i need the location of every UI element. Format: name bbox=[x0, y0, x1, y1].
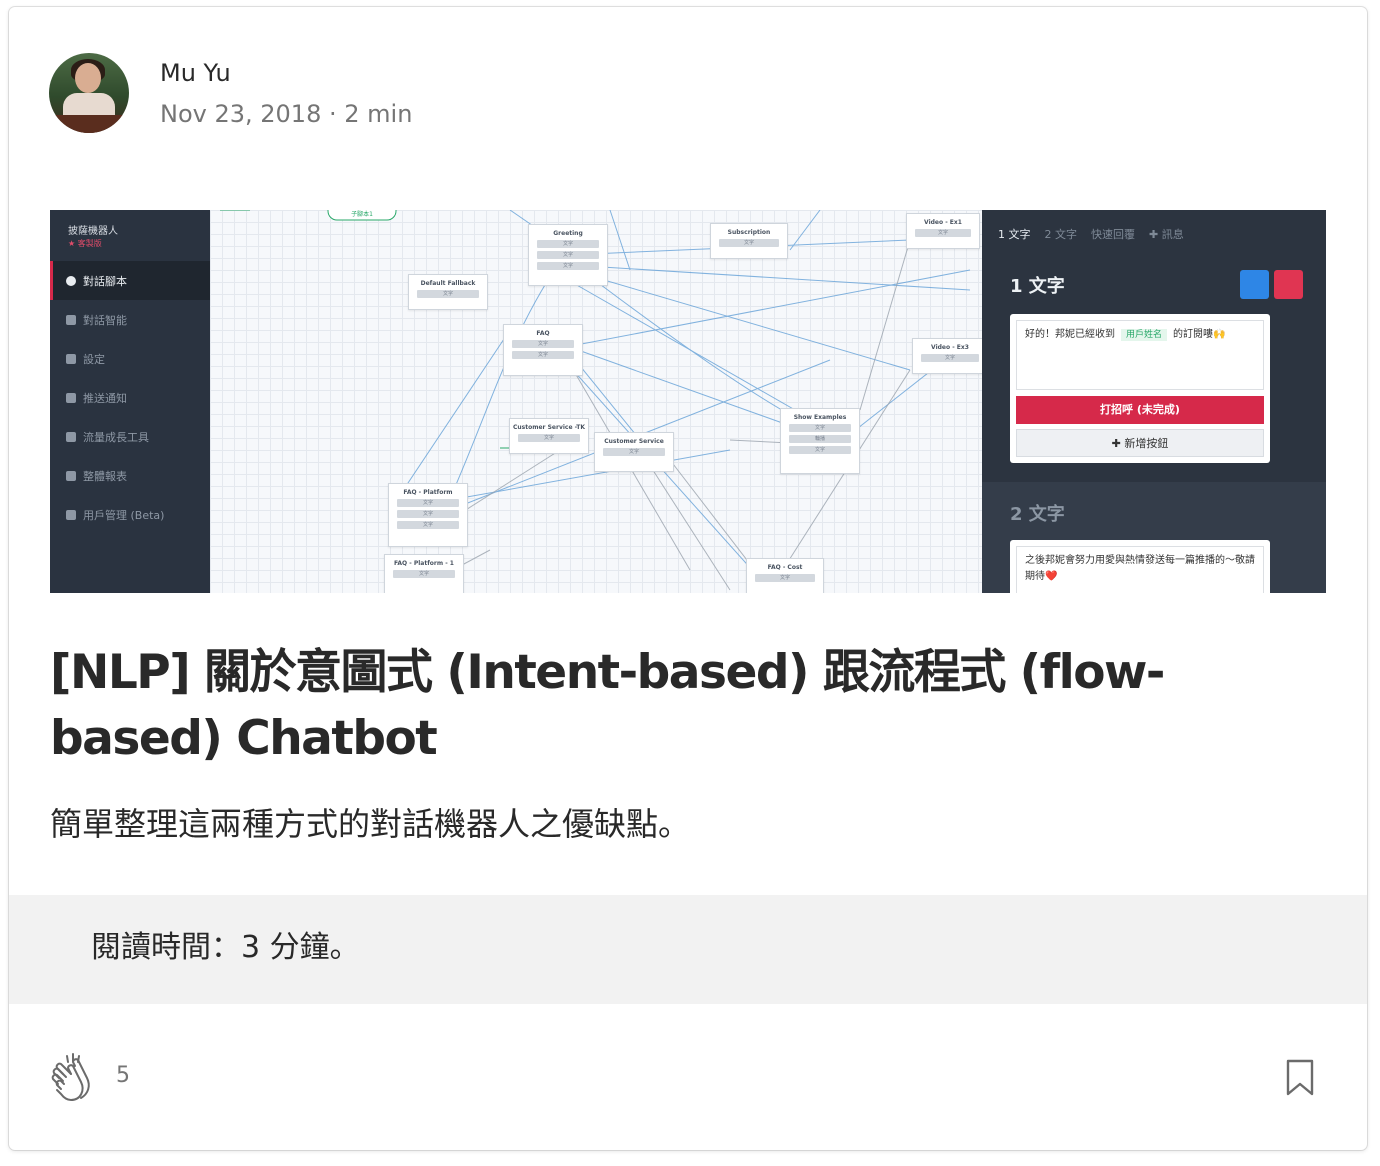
flow-node: Video - Ex1 文字 bbox=[906, 213, 980, 249]
hero-nav-item: 用戶管理 (Beta) bbox=[50, 495, 210, 534]
hero-nav-item: 整體報表 bbox=[50, 456, 210, 495]
flow-node: Video - Ex3 文字 bbox=[912, 338, 988, 374]
author-name[interactable]: Mu Yu bbox=[160, 57, 412, 89]
bookmark-icon[interactable] bbox=[1285, 1059, 1315, 1097]
story-card[interactable]: Mu Yu Nov 23, 2018 · 2 min 披薩機器人 ★ 客製版 對… bbox=[9, 7, 1367, 1150]
panel-section-title: 1 文字 bbox=[1010, 276, 1065, 297]
hero-sidebar: 披薩機器人 ★ 客製版 對話腳本 對話智能 設定 推送通知 流量成長工具 整體報… bbox=[50, 210, 210, 593]
panel-tabs: 1 文字 2 文字 快速回覆 ✚ 訊息 bbox=[998, 228, 1184, 241]
panel-add-button: ✚ 新增按鈕 bbox=[1016, 429, 1264, 457]
hero-nav-item: 設定 bbox=[50, 339, 210, 378]
trash-icon bbox=[1274, 270, 1303, 299]
hero-nav-item: 推送通知 bbox=[50, 378, 210, 417]
flow-node: Default Fallback 文字 bbox=[408, 274, 488, 310]
story-title[interactable]: [NLP] 關於意圖式 (Intent-based) 跟流程式 (flow-ba… bbox=[50, 640, 1290, 772]
flow-node: FAQ - Cost 文字 bbox=[746, 558, 824, 593]
meta-separator: · bbox=[328, 99, 337, 128]
hero-edit-panel: 1 文字 2 文字 快速回覆 ✚ 訊息 1 文字 好的！邦妮已經收到 用戶姓名 的訂閱嘍🙌… bbox=[982, 210, 1326, 593]
flow-node: Show Examples 文字 輪播 文字 bbox=[780, 408, 860, 474]
flow-node: FAQ - Platform 文字 文字 文字 bbox=[388, 483, 468, 547]
clap-icon[interactable] bbox=[49, 1052, 101, 1104]
flow-node: Subscription 文字 bbox=[710, 223, 788, 259]
post-meta: Nov 23, 2018 · 2 min bbox=[160, 98, 412, 130]
hero-brand: 披薩機器人 bbox=[68, 226, 118, 237]
flow-node: FAQ - Platform - 1 文字 bbox=[384, 554, 464, 593]
flow-node: Customer Service 文字 bbox=[594, 432, 674, 472]
read-length: 2 min bbox=[344, 99, 413, 128]
panel-message-card: 之後邦妮會努力用愛與熱情發送每一篇推播的～敬請期待❤️ bbox=[1010, 540, 1270, 593]
avatar[interactable] bbox=[49, 53, 129, 133]
flow-node: Customer Service -TK 文字 bbox=[509, 418, 589, 454]
sub-script-label: 子腳本1 bbox=[351, 210, 373, 218]
hero-nav-item: 對話智能 bbox=[50, 300, 210, 339]
copy-icon bbox=[1240, 270, 1269, 299]
hero-image[interactable]: 披薩機器人 ★ 客製版 對話腳本 對話智能 設定 推送通知 流量成長工具 整體報… bbox=[50, 210, 1326, 593]
read-time-box: 閱讀時間：3 分鐘。 bbox=[9, 895, 1367, 1004]
clap-count: 5 bbox=[116, 1063, 130, 1088]
panel-section-title: 2 文字 bbox=[1010, 504, 1065, 525]
story-subtitle[interactable]: 簡單整理這兩種方式的對話機器人之優缺點。 bbox=[50, 802, 690, 846]
hero-edition: ★ 客製版 bbox=[68, 239, 102, 248]
post-date: Nov 23, 2018 bbox=[160, 99, 322, 128]
hero-nav-item: 對話腳本 bbox=[50, 261, 210, 300]
flow-node: FAQ 文字 文字 bbox=[503, 324, 583, 376]
flow-node: Greeting 文字 文字 文字 bbox=[528, 224, 608, 286]
panel-message-card: 好的！邦妮已經收到 用戶姓名 的訂閱嘍🙌 打招呼 (未完成) ✚ 新增按鈕 bbox=[1010, 314, 1270, 463]
author-row: Mu Yu Nov 23, 2018 · 2 min bbox=[49, 53, 412, 133]
flow-canvas: 子腳本1 Greeting 文字 文字 文字 Subscription 文字 Vide… bbox=[210, 210, 988, 593]
read-time-text: 閱讀時間：3 分鐘。 bbox=[91, 930, 360, 965]
hero-nav-item: 流量成長工具 bbox=[50, 417, 210, 456]
panel-red-button: 打招呼 (未完成) bbox=[1016, 396, 1264, 424]
